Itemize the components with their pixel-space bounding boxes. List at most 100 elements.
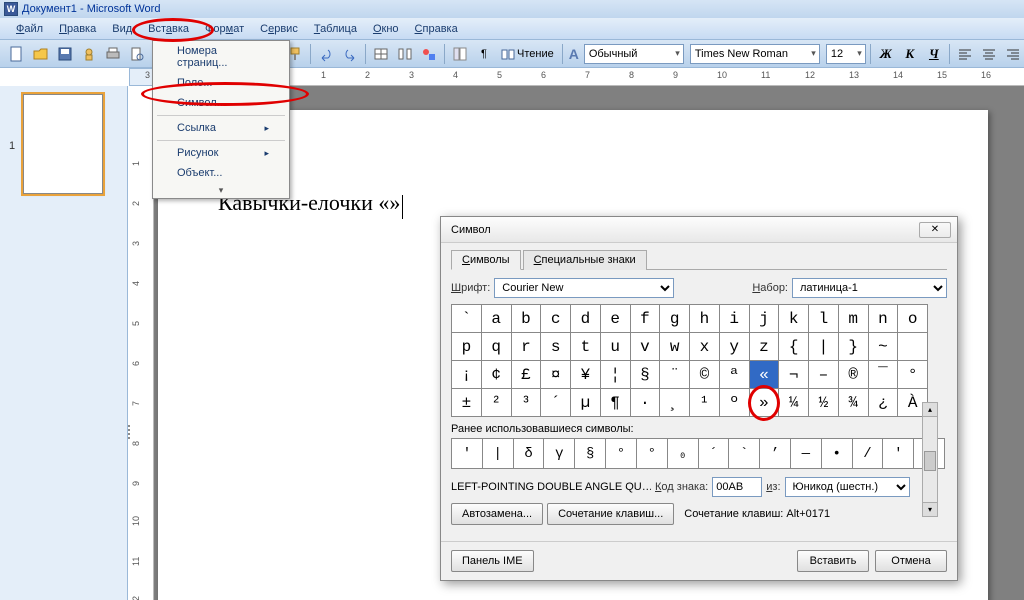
symbol-cell[interactable]: º	[720, 389, 750, 417]
thumbnail-page-1[interactable]: 1	[23, 94, 103, 194]
menu-window[interactable]: Окно	[365, 21, 407, 37]
symbol-cell[interactable]: µ	[571, 389, 601, 417]
symbol-cell[interactable]: ¢	[482, 361, 512, 389]
recent-symbol-cell[interactable]: •	[822, 439, 853, 469]
font-select-dialog[interactable]: Courier New	[494, 278, 674, 298]
symbol-cell[interactable]: ¦	[601, 361, 631, 389]
scroll-up-icon[interactable]: ▴	[923, 403, 937, 417]
symbol-cell[interactable]: t	[571, 333, 601, 361]
recent-symbol-cell[interactable]: `	[729, 439, 760, 469]
symbol-cell[interactable]: ¯	[869, 361, 899, 389]
show-marks-button[interactable]: ¶	[473, 43, 495, 65]
symbol-cell[interactable]: ²	[482, 389, 512, 417]
symbol-cell[interactable]: ·	[631, 389, 661, 417]
bold-button[interactable]: Ж	[875, 43, 897, 65]
recent-symbol-cell[interactable]: /	[853, 439, 884, 469]
recent-symbol-cell[interactable]: °	[637, 439, 668, 469]
recent-symbol-cell[interactable]: ´	[699, 439, 730, 469]
symbol-cell[interactable]: j	[750, 305, 780, 333]
symbol-cell[interactable]: s	[541, 333, 571, 361]
symbol-cell[interactable]: ¤	[541, 361, 571, 389]
symbol-cell[interactable]: |	[809, 333, 839, 361]
symbol-cell[interactable]: e	[601, 305, 631, 333]
symbol-cell[interactable]: ´	[541, 389, 571, 417]
symbol-cell[interactable]: ¶	[601, 389, 631, 417]
tab-special-chars[interactable]: Специальные знаки	[523, 250, 647, 270]
symbol-cell[interactable]: ¨	[660, 361, 690, 389]
symbol-cell[interactable]: y	[720, 333, 750, 361]
menu-item-page-numbers[interactable]: Номера страниц...	[153, 41, 289, 73]
symbol-cell[interactable]: r	[512, 333, 542, 361]
menu-edit[interactable]: Правка	[51, 21, 104, 37]
ime-panel-button[interactable]: Панель IME	[451, 550, 534, 572]
symbol-cell[interactable]: ©	[690, 361, 720, 389]
italic-button[interactable]: К	[899, 43, 921, 65]
symbol-cell[interactable]: £	[512, 361, 542, 389]
menu-insert[interactable]: Вставка	[140, 21, 197, 37]
new-doc-button[interactable]	[6, 43, 28, 65]
symbol-cell[interactable]: c	[541, 305, 571, 333]
menu-help[interactable]: Справка	[407, 21, 466, 37]
symbol-grid-scrollbar[interactable]: ▴ ▾	[922, 402, 938, 517]
symbol-cell[interactable]: l	[809, 305, 839, 333]
cancel-button[interactable]: Отмена	[875, 550, 947, 572]
drawing-button[interactable]	[418, 43, 440, 65]
columns-button[interactable]	[394, 43, 416, 65]
symbol-cell[interactable]: }	[839, 333, 869, 361]
recent-symbol-cell[interactable]: °	[606, 439, 637, 469]
symbol-cell[interactable]: ¬	[779, 361, 809, 389]
recent-symbol-cell[interactable]: |	[483, 439, 514, 469]
encoding-select[interactable]: Юникод (шестн.)	[785, 477, 910, 497]
menu-item-link[interactable]: Ссылка▸	[153, 118, 289, 138]
symbol-cell[interactable]: ®	[839, 361, 869, 389]
symbol-cell[interactable]: ¼	[779, 389, 809, 417]
menu-item-symbol[interactable]: Символ...	[153, 93, 289, 113]
symbol-cell[interactable]: w	[660, 333, 690, 361]
symbol-cell[interactable]: ½	[809, 389, 839, 417]
recent-symbol-cell[interactable]: §	[575, 439, 606, 469]
preview-button[interactable]	[126, 43, 148, 65]
symbol-cell[interactable]: o	[898, 305, 928, 333]
scroll-thumb[interactable]	[924, 451, 936, 471]
symbol-cell[interactable]: v	[631, 333, 661, 361]
open-button[interactable]	[30, 43, 52, 65]
align-left-button[interactable]	[954, 43, 976, 65]
symbol-cell[interactable]: ¡	[452, 361, 482, 389]
subset-select[interactable]: латиница-1	[792, 278, 947, 298]
menu-format[interactable]: Формат	[197, 21, 252, 37]
symbol-cell[interactable]: k	[779, 305, 809, 333]
symbol-cell[interactable]: u	[601, 333, 631, 361]
shortcut-button[interactable]: Сочетание клавиш...	[547, 503, 674, 525]
recent-symbol-cell[interactable]: —	[791, 439, 822, 469]
font-select[interactable]: Times New Roman	[690, 44, 820, 64]
recent-symbol-cell[interactable]: ′	[452, 439, 483, 469]
symbol-cell[interactable]: m	[839, 305, 869, 333]
menu-expand-button[interactable]: ▾	[153, 183, 289, 198]
recent-symbol-cell[interactable]: ₀	[668, 439, 699, 469]
symbol-cell[interactable]: a	[482, 305, 512, 333]
align-center-button[interactable]	[978, 43, 1000, 65]
symbol-cell[interactable]: ³	[512, 389, 542, 417]
reading-button[interactable]: Чтение	[497, 43, 558, 65]
size-select[interactable]: 12	[826, 44, 866, 64]
dialog-titlebar[interactable]: Символ ✕	[441, 217, 957, 243]
symbol-cell[interactable]: ª	[720, 361, 750, 389]
menu-item-field[interactable]: Поле...	[153, 73, 289, 93]
symbol-cell[interactable]: `	[452, 305, 482, 333]
recent-symbol-cell[interactable]: ′	[883, 439, 914, 469]
symbol-cell[interactable]: »	[750, 389, 780, 417]
symbol-cell[interactable]: b	[512, 305, 542, 333]
redo-button[interactable]	[339, 43, 361, 65]
symbol-cell[interactable]: §	[631, 361, 661, 389]
symbol-cell[interactable]: ¥	[571, 361, 601, 389]
symbol-cell[interactable]: d	[571, 305, 601, 333]
symbol-cell[interactable]: f	[631, 305, 661, 333]
recent-symbol-cell[interactable]: δ	[514, 439, 545, 469]
menu-item-picture[interactable]: Рисунок▸	[153, 143, 289, 163]
symbol-cell[interactable]: ¸	[660, 389, 690, 417]
char-code-input[interactable]	[712, 477, 762, 497]
menu-service[interactable]: Сервис	[252, 21, 306, 37]
menu-file[interactable]: Файл	[8, 21, 51, 37]
scroll-down-icon[interactable]: ▾	[923, 502, 937, 516]
symbol-cell[interactable]: n	[869, 305, 899, 333]
